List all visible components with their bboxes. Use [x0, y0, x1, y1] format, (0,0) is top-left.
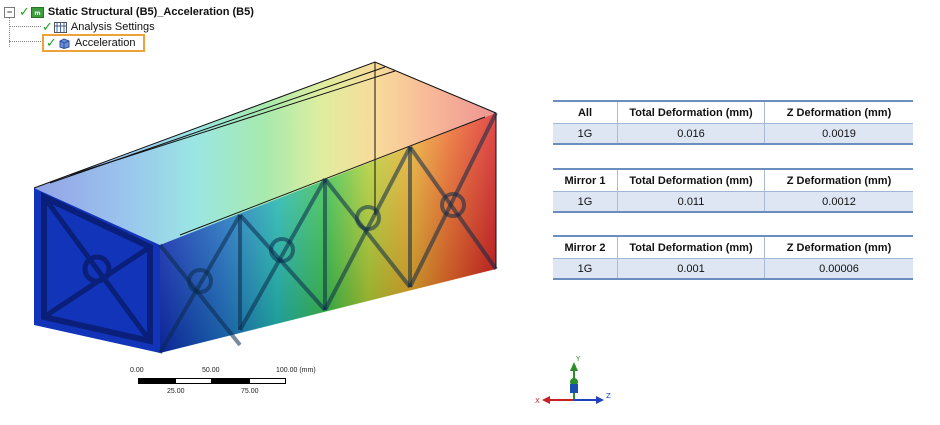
table-header: Mirror 1: [553, 169, 618, 192]
scale-segment: [212, 378, 249, 384]
deformation-contour-model: [33, 61, 498, 355]
outline-tree: − ✓ m Static Structural (B5)_Acceleratio…: [0, 0, 254, 54]
deformation-table-mirror-2: Mirror 2 Total Deformation (mm) Z Deform…: [553, 235, 913, 280]
table-cell: 0.0019: [764, 123, 913, 144]
acceleration-icon: [59, 37, 70, 49]
y-axis-label: Y: [575, 355, 581, 363]
table-header: All: [553, 101, 618, 124]
deformation-table-mirror-1: Mirror 1 Total Deformation (mm) Z Deform…: [553, 168, 913, 213]
table-cell: 0.011: [617, 191, 765, 212]
table-cell: 1G: [553, 258, 618, 279]
scale-segment: [249, 378, 286, 384]
scale-bar: 0.00 50.00 100.00 (mm) 25.00 75.00: [130, 367, 390, 407]
check-icon: ✓: [19, 4, 30, 19]
tree-root-label: Static Structural (B5)_Acceleration (B5): [47, 6, 254, 18]
table-header: Total Deformation (mm): [617, 169, 765, 192]
check-icon: ✓: [46, 35, 57, 50]
coordinate-triad[interactable]: Y X Z: [534, 355, 614, 425]
table-cell: 1G: [553, 123, 618, 144]
table-cell: 0.016: [617, 123, 765, 144]
table-row: 1G 0.011 0.0012: [553, 191, 913, 212]
table-header: Z Deformation (mm): [764, 169, 913, 192]
tree-connector: [9, 26, 41, 27]
table-row: 1G 0.016 0.0019: [553, 123, 913, 144]
tree-item-label: Analysis Settings: [70, 21, 155, 33]
scale-label: 25.00: [167, 388, 185, 395]
tree-connector: [9, 41, 41, 42]
tree-root-node[interactable]: − ✓ m Static Structural (B5)_Acceleratio…: [4, 4, 254, 20]
collapse-icon[interactable]: −: [4, 6, 15, 18]
table-cell: 1G: [553, 191, 618, 212]
scale-label: 0.00: [130, 367, 144, 374]
table-cell: 0.001: [617, 258, 765, 279]
static-structural-icon: m: [30, 6, 44, 18]
tree-item-label: Acceleration: [74, 37, 136, 49]
scale-label: 75.00: [241, 388, 259, 395]
x-axis-label: X: [535, 397, 540, 405]
graphics-viewport[interactable]: 0.00 50.00 100.00 (mm) 25.00 75.00 Y X Z: [30, 55, 611, 405]
deformation-table-all: All Total Deformation (mm) Z Deformation…: [553, 100, 913, 145]
table-header: Total Deformation (mm): [617, 101, 765, 124]
scale-label: 50.00: [202, 367, 220, 374]
tree-item-acceleration[interactable]: ✓ Acceleration: [42, 34, 146, 52]
scale-segment: [175, 378, 212, 384]
scale-segment: [138, 378, 175, 384]
z-axis-label: Z: [606, 392, 611, 400]
scale-label: 100.00 (mm): [276, 367, 316, 374]
axis-triad-icon: Y X Z: [535, 355, 611, 405]
table-header: Z Deformation (mm): [764, 101, 913, 124]
svg-text:m: m: [34, 10, 40, 17]
table-cell: 0.0012: [764, 191, 913, 212]
table-row: 1G 0.001 0.00006: [553, 258, 913, 279]
table-header: Mirror 2: [553, 236, 618, 259]
check-icon: ✓: [42, 19, 53, 34]
analysis-settings-icon: [53, 21, 67, 33]
table-header: Total Deformation (mm): [617, 236, 765, 259]
tree-item-analysis-settings[interactable]: ✓ Analysis Settings: [42, 19, 155, 35]
table-cell: 0.00006: [764, 258, 913, 279]
table-header: Z Deformation (mm): [764, 236, 913, 259]
